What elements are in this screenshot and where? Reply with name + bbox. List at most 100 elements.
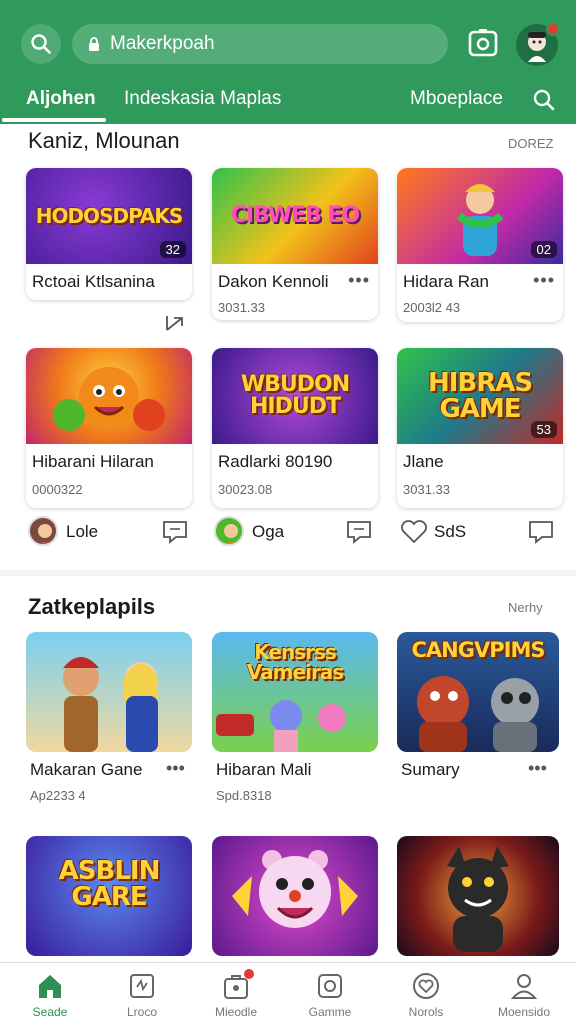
search-input[interactable]	[110, 33, 430, 55]
game-subtitle: Ap2233 4	[30, 788, 86, 803]
game-thumbnail: CIBWEB EO	[212, 168, 378, 264]
characters-illustration	[63, 657, 158, 752]
game-thumbnail	[26, 348, 192, 444]
characters-illustration	[417, 676, 539, 752]
see-more-link[interactable]: DOREZ	[508, 136, 554, 151]
game-title: Radlarki 80190	[218, 452, 333, 471]
bear-character-illustration	[232, 850, 358, 928]
thumbnail-title: WBUDON HIDUDT	[240, 372, 350, 419]
lock-icon	[89, 37, 99, 51]
comment-icon[interactable]	[162, 520, 188, 544]
category-section: Zatkeplapils Nerhy Makaran Gane ••• Ap22…	[0, 576, 576, 962]
thumbnail-title: HIBRAS GAME	[427, 368, 533, 424]
search-field[interactable]	[72, 24, 448, 64]
like-count: SdS	[434, 522, 467, 541]
nav-item-mieodle[interactable]: Mieodle	[196, 969, 276, 1019]
game-title[interactable]: Makaran Gane	[30, 760, 142, 780]
game-thumbnail[interactable]: Kensrss Vameiras	[212, 632, 378, 752]
heart-icon[interactable]	[400, 520, 428, 544]
game-thumbnail[interactable]: ASBLIN GARE	[26, 836, 192, 956]
game-thumbnail[interactable]	[26, 632, 192, 752]
thumbnail-title: CANGVPIMS	[411, 638, 546, 662]
wolf-character-illustration	[447, 846, 509, 952]
game-thumbnail: WBUDON HIDUDT	[212, 348, 378, 444]
search-icon[interactable]	[530, 86, 558, 114]
game-thumbnail: HIBRAS GAME 53	[397, 348, 563, 444]
nav-label: Norols	[408, 1005, 444, 1019]
more-options-icon[interactable]: •••	[348, 270, 370, 291]
home-icon	[39, 975, 61, 998]
nav-label: Seade	[32, 1005, 68, 1019]
game-card[interactable]: HIBRAS GAME 53 Jlane 3031.33	[397, 348, 563, 508]
user-avatar[interactable]	[214, 516, 244, 546]
more-options-icon[interactable]: •••	[533, 270, 555, 291]
game-thumbnail: 02	[397, 168, 563, 264]
game-thumbnail[interactable]	[212, 836, 378, 956]
more-options-icon[interactable]: •••	[528, 758, 547, 779]
game-card[interactable]: WBUDON HIDUDT Radlarki 80190 30023.08	[212, 348, 378, 508]
game-card[interactable]: Hibarani Hilaran 0000322	[26, 348, 192, 508]
gamepad-icon	[318, 974, 342, 998]
game-title: Jlane	[403, 452, 444, 471]
nav-item-lroco[interactable]: Lroco	[102, 971, 182, 1019]
nav-item-gamme[interactable]: Gamme	[290, 971, 370, 1019]
thumbnail-title: Kensrss Vameiras	[246, 640, 344, 684]
profile-avatar[interactable]	[516, 22, 560, 66]
camera-icon[interactable]	[466, 26, 500, 60]
game-card[interactable]: CIBWEB EO Dakon Kennoli ••• 3031.33	[212, 168, 378, 320]
game-subtitle: 30023.08	[218, 482, 273, 497]
heart-icon	[413, 973, 439, 999]
notification-dot	[244, 969, 254, 979]
nav-label: Lroco	[126, 1005, 158, 1019]
thumbnail-title: ASBLIN GARE	[58, 856, 161, 912]
top-bar	[0, 18, 576, 70]
count-badge: 53	[530, 421, 557, 438]
game-card[interactable]: HODOSDPAKS 32 Rctoai Ktlsanina	[26, 168, 192, 300]
game-thumbnail: HODOSDPAKS 32	[26, 168, 192, 264]
section-title: Kaniz, Mlounan	[28, 128, 180, 153]
comment-icon[interactable]	[528, 520, 554, 544]
game-subtitle: Spd.8318	[216, 788, 272, 803]
search-icon	[31, 34, 51, 54]
section-title: Zatkeplapils	[28, 594, 156, 619]
game-subtitle: 0000322	[32, 482, 83, 497]
comment-icon[interactable]	[346, 520, 372, 544]
games-icon	[130, 974, 154, 998]
more-options-icon[interactable]: •••	[166, 758, 185, 779]
featured-section: Kaniz, Mlounan DOREZ HODOSDPAKS 32 Rctoa…	[0, 124, 576, 570]
game-thumbnail[interactable]	[397, 836, 559, 956]
bottom-navigation: Seade Lroco Mieodle Gamme Norols Moensid…	[0, 962, 576, 1024]
avatar-face-icon	[38, 524, 52, 544]
nav-item-norols[interactable]: Norols	[386, 971, 466, 1019]
thumbnail-title: HODOSDPAKS	[35, 204, 184, 228]
user-avatar[interactable]	[28, 516, 58, 546]
count-badge: 32	[159, 241, 186, 258]
game-title[interactable]: Sumary	[401, 760, 460, 780]
user-name: Oga	[252, 522, 285, 541]
characters-illustration	[216, 700, 346, 752]
share-icon[interactable]	[164, 314, 188, 334]
game-subtitle: 3031.33	[218, 300, 265, 315]
game-subtitle: 2003l2 43	[403, 300, 461, 315]
tab-mboeplace[interactable]: Mboeplace	[410, 88, 503, 110]
game-title: Dakon Kennoli	[218, 272, 329, 291]
nav-item-seade[interactable]: Seade	[10, 971, 90, 1019]
user-name: Lole	[66, 522, 99, 541]
game-card[interactable]: 02 Hidara Ran ••• 2003l2 43	[397, 168, 563, 322]
nav-item-moensido[interactable]: Moensido	[484, 971, 564, 1019]
count-badge: 02	[530, 241, 557, 258]
avatar-face-icon	[224, 524, 238, 544]
character-illustration	[456, 184, 504, 256]
game-subtitle: 3031.33	[403, 482, 450, 497]
game-title[interactable]: Hibaran Mali	[216, 760, 311, 780]
tab-aljohen[interactable]: Aljohen	[26, 88, 96, 110]
game-title: Hidara Ran	[403, 272, 489, 291]
fruit-characters-illustration	[53, 367, 165, 431]
game-title: Rctoai Ktlsanina	[32, 272, 155, 291]
tab-bar: Aljohen Indeskasia Maplas Mboeplace	[0, 78, 576, 124]
active-tab-indicator	[2, 118, 106, 122]
search-button[interactable]	[21, 24, 61, 64]
see-more-link[interactable]: Nerhy	[508, 600, 543, 615]
game-thumbnail[interactable]: CANGVPIMS	[397, 632, 559, 752]
tab-indeskasia-maplas[interactable]: Indeskasia Maplas	[124, 88, 281, 110]
